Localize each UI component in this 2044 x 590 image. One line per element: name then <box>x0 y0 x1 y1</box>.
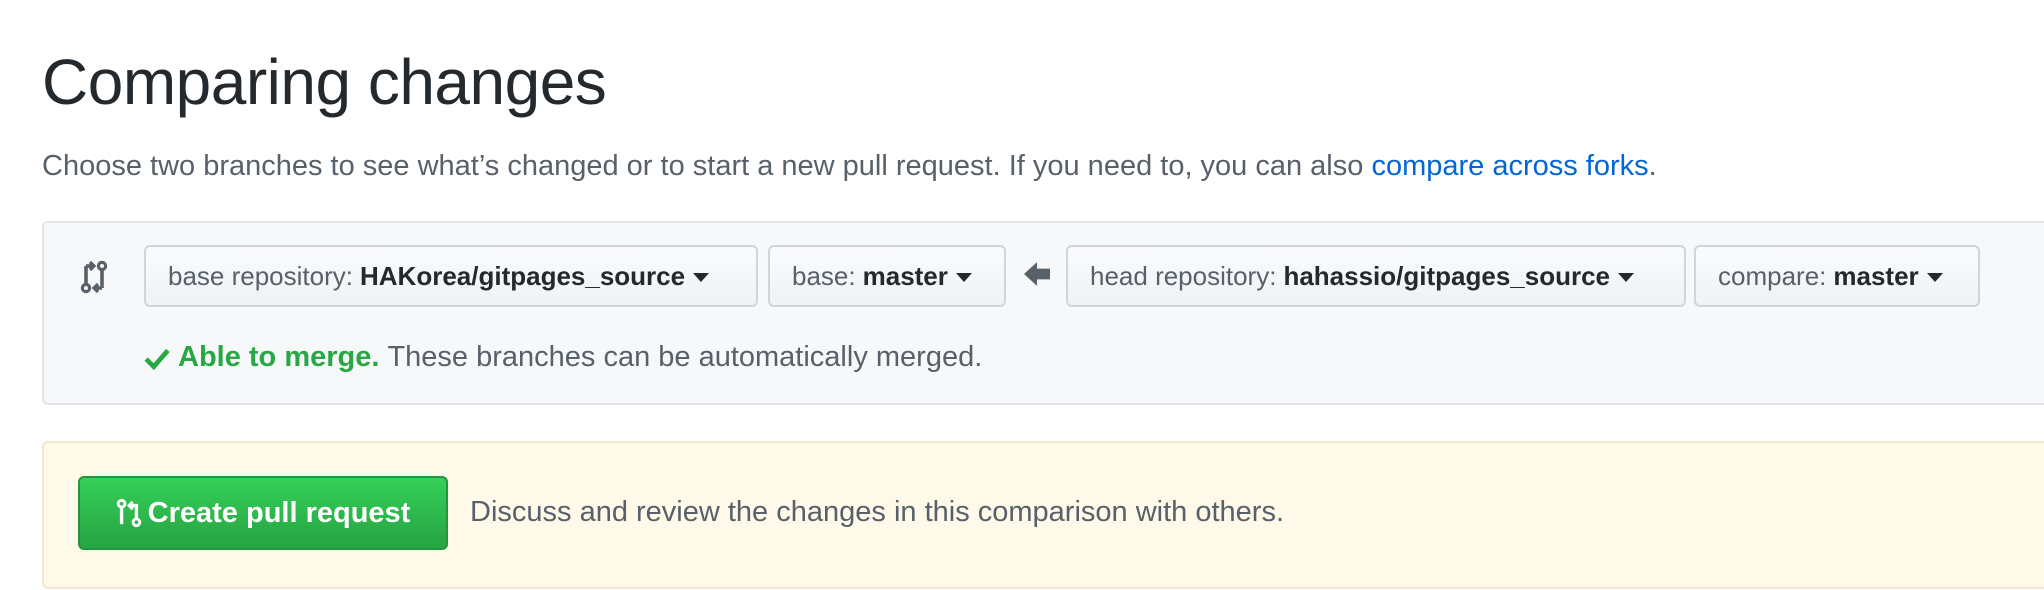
check-icon <box>144 348 170 370</box>
chevron-down-icon <box>1926 273 1943 282</box>
create-pull-request-label: Create pull request <box>147 496 411 529</box>
head-repository-select[interactable]: head repository: hahassio/gitpages_sourc… <box>1066 245 1686 307</box>
chevron-down-icon <box>955 273 972 282</box>
create-pr-description: Discuss and review the changes in this c… <box>470 496 1284 528</box>
create-pr-notice: Create pull request Discuss and review t… <box>42 441 2044 589</box>
head-repository-value: hahassio/gitpages_source <box>1283 260 1611 291</box>
subtitle-end: . <box>1648 150 1657 182</box>
merge-status-label: Able to merge. <box>178 341 380 373</box>
page-subtitle: Choose two branches to see what’s change… <box>42 150 1657 183</box>
git-pull-request-icon <box>116 498 141 528</box>
merge-status-message: These branches can be automatically merg… <box>387 341 983 373</box>
compare-branch-select[interactable]: compare: master <box>1694 245 1980 307</box>
base-repository-label: base repository: <box>168 260 353 291</box>
arrow-left-icon <box>1024 262 1050 286</box>
page-title: Comparing changes <box>42 46 607 118</box>
compare-across-forks-link[interactable]: compare across forks <box>1371 150 1648 182</box>
merge-status: Able to merge. These branches can be aut… <box>144 341 982 374</box>
compare-branch-label: compare: <box>1718 260 1827 291</box>
base-branch-value: master <box>862 260 948 291</box>
create-pull-request-button[interactable]: Create pull request <box>78 476 448 550</box>
base-branch-select[interactable]: base: master <box>768 245 1006 307</box>
chevron-down-icon <box>1618 273 1635 282</box>
chevron-down-icon <box>693 273 710 282</box>
base-repository-value: HAKorea/gitpages_source <box>359 260 686 291</box>
compare-branch-value: master <box>1833 260 1919 291</box>
head-repository-label: head repository: <box>1090 260 1277 291</box>
range-editor: base repository: HAKorea/gitpages_source… <box>42 221 2044 405</box>
git-compare-icon <box>80 260 108 294</box>
compare-page: Comparing changes Choose two branches to… <box>0 0 2044 590</box>
subtitle-text: Choose two branches to see what’s change… <box>42 150 1372 182</box>
base-repository-select[interactable]: base repository: HAKorea/gitpages_source <box>144 245 758 307</box>
base-branch-label: base: <box>792 260 856 291</box>
